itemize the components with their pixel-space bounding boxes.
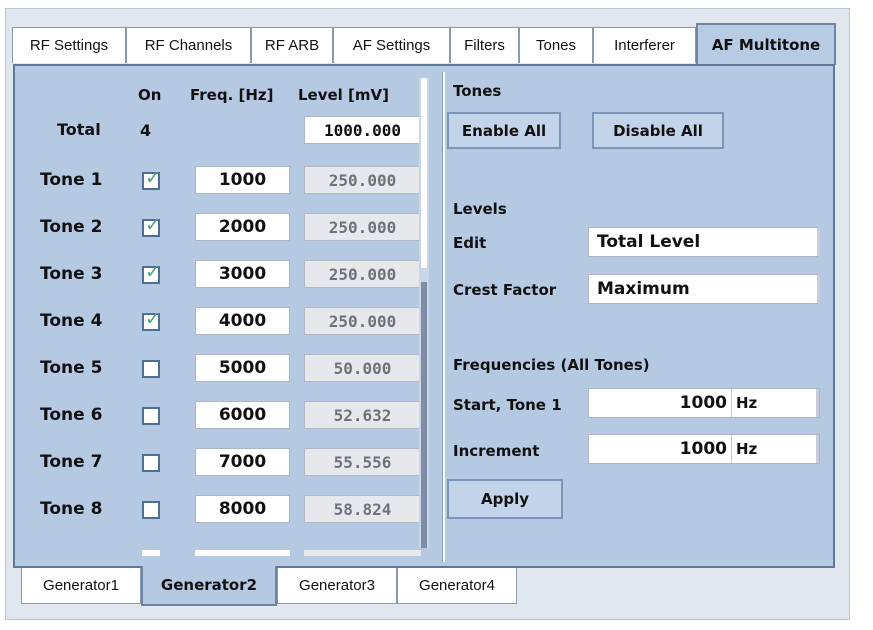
tab-af-multitone[interactable]: AF Multitone	[696, 23, 836, 65]
disable-all-button[interactable]: Disable All	[592, 112, 724, 149]
tone-3-level-field: 250.000	[304, 260, 421, 288]
panel-divider	[442, 72, 445, 562]
tone-1-checkbox[interactable]: ✓	[142, 168, 161, 190]
tone-7-freq-field[interactable]: 7000	[195, 448, 290, 476]
af-multitone-panel: On Freq. [Hz] Level [mV] Total 4 1000.00…	[13, 64, 835, 568]
tone-4-level-field: 250.000	[304, 307, 421, 335]
tone-5-checkbox[interactable]	[142, 360, 160, 378]
tone-3-checkbox[interactable]: ✓	[142, 262, 161, 284]
tab-rf-channels[interactable]: RF Channels	[126, 27, 251, 63]
tone-1-level-field: 250.000	[304, 166, 421, 194]
tones-section-title: Tones	[453, 82, 502, 100]
start-tone1-label: Start, Tone 1	[453, 396, 562, 414]
tone-2-checkbox[interactable]: ✓	[142, 215, 161, 237]
tab-filters[interactable]: Filters	[450, 27, 519, 63]
tone-5-freq-field[interactable]: 5000	[195, 354, 290, 382]
tone-list-scrollbar[interactable]	[419, 78, 429, 548]
start-tone1-unit[interactable]: Hz	[731, 389, 819, 417]
increment-unit[interactable]: Hz	[731, 435, 819, 463]
tab-rf-arb[interactable]: RF ARB	[251, 27, 333, 63]
tab-interferer[interactable]: Interferer	[593, 27, 696, 63]
increment-value: 1000	[679, 439, 727, 459]
tab-af-settings[interactable]: AF Settings	[333, 27, 450, 63]
levels-section-title: Levels	[453, 200, 507, 218]
tone-6-checkbox[interactable]	[142, 407, 160, 425]
increment-label: Increment	[453, 442, 540, 460]
tone-8-level-field: 58.824	[304, 495, 421, 523]
tone-9-level-partial	[304, 550, 421, 556]
tab-rf-settings[interactable]: RF Settings	[12, 27, 126, 63]
tone-8-freq-field[interactable]: 8000	[195, 495, 290, 523]
tone-8-checkbox[interactable]	[142, 501, 160, 519]
edit-select[interactable]: Total Level	[588, 227, 820, 257]
tone-3-label: Tone 3	[40, 264, 103, 284]
check-icon: ✓	[145, 261, 161, 283]
tone-4-label: Tone 4	[40, 311, 103, 331]
total-label: Total	[57, 120, 101, 139]
tone-8-label: Tone 8	[40, 499, 103, 519]
check-icon: ✓	[145, 214, 161, 236]
tab-tones[interactable]: Tones	[519, 27, 593, 63]
tone-list: On Freq. [Hz] Level [mV] Total 4 1000.00…	[20, 70, 434, 556]
scrollbar-thumb[interactable]	[421, 78, 427, 268]
tone-5-level-field: 50.000	[304, 354, 421, 382]
tone-3-freq-field[interactable]: 3000	[195, 260, 290, 288]
increment-field[interactable]: 1000 Hz	[588, 434, 820, 464]
tone-5-label: Tone 5	[40, 358, 103, 378]
tone-6-label: Tone 6	[40, 405, 103, 425]
tone-2-freq-field[interactable]: 2000	[195, 213, 290, 241]
start-tone1-field[interactable]: 1000 Hz	[588, 388, 820, 418]
tab-generator3[interactable]: Generator3	[277, 568, 397, 604]
tab-generator1[interactable]: Generator1	[21, 568, 141, 604]
tone-2-level-field: 250.000	[304, 213, 421, 241]
check-icon: ✓	[145, 167, 161, 189]
tone-9-checkbox-partial	[142, 550, 160, 556]
crest-factor-select[interactable]: Maximum	[588, 274, 820, 304]
enable-all-button[interactable]: Enable All	[447, 112, 561, 149]
tone-7-level-field: 55.556	[304, 448, 421, 476]
apply-button[interactable]: Apply	[447, 479, 563, 519]
header-on: On	[138, 86, 162, 104]
check-icon: ✓	[145, 308, 161, 330]
edit-label: Edit	[453, 234, 487, 252]
tone-7-label: Tone 7	[40, 452, 103, 472]
tone-9-freq-partial	[195, 550, 290, 556]
start-tone1-value: 1000	[679, 393, 727, 413]
tab-generator2[interactable]: Generator2	[141, 566, 277, 606]
crest-factor-label: Crest Factor	[453, 281, 557, 299]
scrollbar-track-lower	[421, 282, 427, 548]
tone-6-level-field: 52.632	[304, 401, 421, 429]
tone-7-checkbox[interactable]	[142, 454, 160, 472]
frequencies-section-title: Frequencies (All Tones)	[453, 356, 650, 374]
header-freq: Freq. [Hz]	[190, 86, 274, 104]
tone-4-checkbox[interactable]: ✓	[142, 309, 161, 331]
tab-generator4[interactable]: Generator4	[397, 568, 517, 604]
header-level: Level [mV]	[298, 86, 389, 104]
total-level-field[interactable]: 1000.000	[304, 116, 421, 144]
tone-1-freq-field[interactable]: 1000	[195, 166, 290, 194]
total-count: 4	[140, 121, 152, 140]
tone-6-freq-field[interactable]: 6000	[195, 401, 290, 429]
tone-1-label: Tone 1	[40, 170, 103, 190]
tone-4-freq-field[interactable]: 4000	[195, 307, 290, 335]
tone-2-label: Tone 2	[40, 217, 103, 237]
